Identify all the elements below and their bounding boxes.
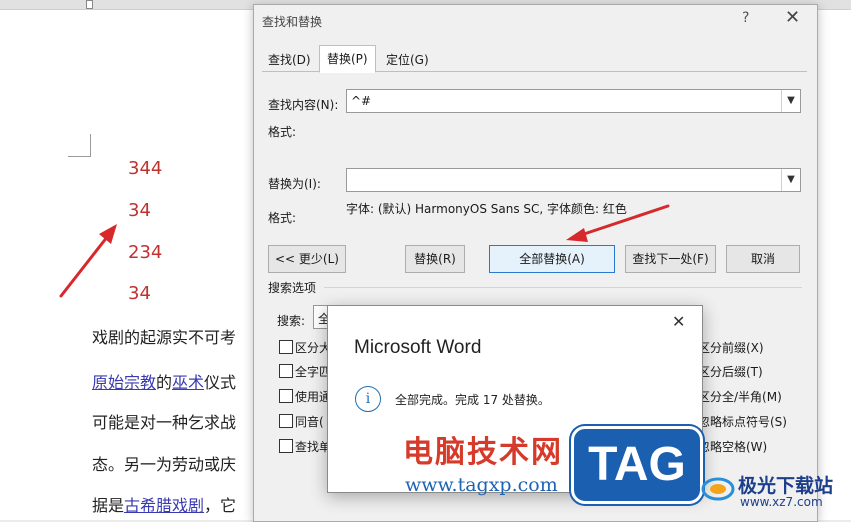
find-what-value[interactable]: ^# (351, 94, 371, 108)
message-text: 全部完成。完成 17 处替换。 (395, 393, 550, 407)
match-case-label: 区分大 (295, 341, 332, 355)
search-direction-label: 搜索: (277, 314, 306, 328)
tab-goto[interactable]: 定位(G) (378, 48, 437, 72)
wildcards-checkbox[interactable] (279, 389, 293, 403)
link-greek-drama[interactable]: 古希腊戏剧 (124, 496, 204, 515)
find-format-label: 格式: (268, 125, 297, 139)
match-prefix-label[interactable]: 区分前缀(X) (698, 339, 764, 356)
watermark-tag-logo: TAG (571, 426, 703, 504)
link-primitive-religion[interactable]: 原始宗教 (92, 373, 156, 392)
match-width-label[interactable]: 区分全/半角(M) (698, 388, 782, 405)
paragraph-line-4: 态。另一为劳动或庆 (92, 451, 236, 475)
paragraph-line-3: 可能是对一种乞求战 (92, 409, 236, 433)
paragraph-line-1: 戏剧的起源实不可考 (92, 324, 236, 348)
replace-format-label: 格式: (268, 211, 297, 225)
replace-button[interactable]: 替换(R) (405, 245, 465, 273)
replace-all-button[interactable]: 全部替换(A) (489, 245, 615, 273)
wildcards-label: 使用通 (295, 390, 332, 404)
tab-replace[interactable]: 替换(P) (319, 45, 376, 73)
dialog-title: 查找和替换 (262, 15, 323, 29)
chevron-down-icon[interactable]: ▼ (781, 169, 800, 191)
sounds-like-checkbox[interactable] (279, 414, 293, 428)
red-number-1: 344 (128, 158, 163, 179)
find-next-button[interactable]: 查找下一处(F) (625, 245, 716, 273)
red-number-3: 234 (128, 242, 163, 263)
section-divider (324, 287, 802, 288)
ruler-indent-marker[interactable] (86, 0, 93, 9)
word-forms-checkbox[interactable] (279, 439, 293, 453)
paragraph-text: 态。另一为劳动或庆 (92, 455, 237, 474)
whole-word-checkbox[interactable] (279, 364, 293, 378)
margin-corner-mark (68, 134, 91, 157)
search-options-label: 搜索选项 (268, 281, 317, 295)
red-arrow-replace-all (566, 204, 670, 242)
match-case-checkbox[interactable] (279, 340, 293, 354)
whole-word-label: 全字匹 (295, 365, 332, 379)
watermark-cn: 电脑技术网 (403, 435, 563, 470)
paragraph-text: 的 (156, 373, 173, 392)
sounds-like-label: 同音( (295, 415, 324, 429)
find-what-combobox[interactable]: ^# ▼ (346, 89, 801, 113)
aurora-logo-icon (701, 477, 735, 501)
chevron-down-icon[interactable]: ▼ (781, 90, 800, 112)
red-arrow-left (59, 224, 117, 298)
help-icon[interactable]: ? (742, 10, 749, 26)
paragraph-text: 可能是对一种乞求战 (92, 413, 237, 432)
less-options-button[interactable]: << 更少(L) (268, 245, 346, 273)
cancel-button[interactable]: 取消 (726, 245, 800, 273)
watermark-xz7: 极光下载站 www.xz7.com (700, 463, 848, 513)
dialog-close-icon[interactable]: ✕ (785, 7, 800, 28)
paragraph-line-2: 原始宗教的巫术仪式 (92, 369, 236, 393)
word-forms-label: 查找单 (295, 440, 332, 454)
find-what-label: 查找内容(N): (268, 98, 339, 112)
tab-find[interactable]: 查找(D) (260, 48, 319, 72)
paragraph-text: ，它 (204, 496, 237, 515)
paragraph-text: 仪式 (204, 373, 237, 392)
message-close-icon[interactable]: ✕ (672, 312, 685, 331)
info-icon: i (355, 386, 381, 412)
link-witchcraft[interactable]: 巫术 (172, 373, 204, 392)
watermark-url: www.tagxp.com (405, 474, 558, 496)
watermark-site2-url: www.xz7.com (740, 495, 823, 509)
red-number-2: 34 (128, 200, 151, 221)
replace-with-combobox[interactable]: ▼ (346, 168, 801, 192)
replace-with-label: 替换为(I): (268, 177, 321, 191)
paragraph-text: 戏剧的起源实不可考 (92, 328, 237, 347)
red-number-4: 34 (128, 283, 151, 304)
paragraph-line-5: 据是古希腊戏剧，它 (92, 492, 236, 516)
match-suffix-label[interactable]: 区分后缀(T) (698, 363, 763, 380)
paragraph-text: 据是 (92, 496, 125, 515)
ignore-punct-label[interactable]: 忽略标点符号(S) (698, 413, 787, 430)
watermark-site2: 极光下载站 (738, 475, 834, 497)
ignore-space-label[interactable]: 忽略空格(W) (698, 438, 767, 455)
message-box-title: Microsoft Word (354, 337, 482, 358)
